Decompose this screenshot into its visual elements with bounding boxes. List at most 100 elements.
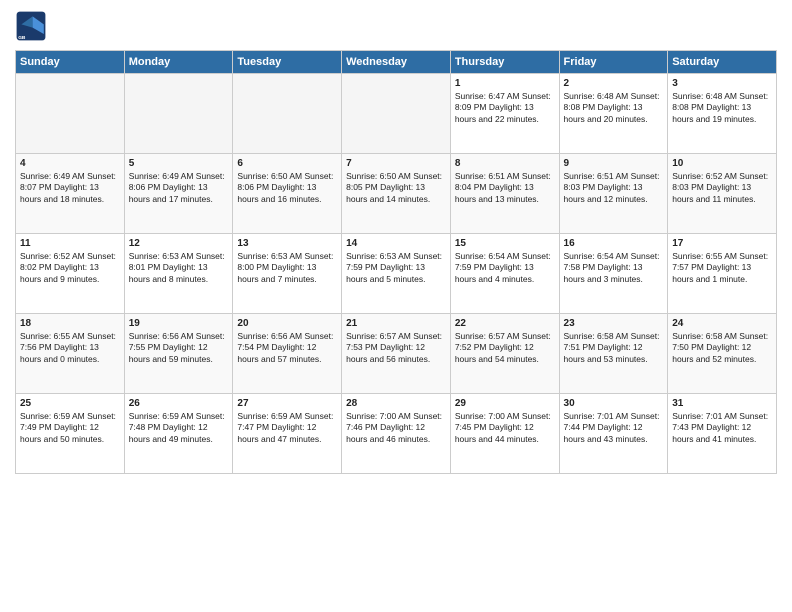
calendar-cell: 11Sunrise: 6:52 AM Sunset: 8:02 PM Dayli… bbox=[16, 234, 125, 314]
day-info: Sunrise: 6:51 AM Sunset: 8:03 PM Dayligh… bbox=[564, 171, 664, 205]
col-header-thursday: Thursday bbox=[450, 51, 559, 74]
day-info: Sunrise: 7:00 AM Sunset: 7:45 PM Dayligh… bbox=[455, 411, 555, 445]
calendar-cell: 1 Sunrise: 6:47 AM Sunset: 8:09 PM Daylig… bbox=[450, 74, 559, 154]
day-number: 29 bbox=[455, 398, 555, 409]
calendar-cell: 23 Sunrise: 6:58 AM Sunset: 7:51 PM Dayli… bbox=[559, 314, 668, 394]
day-number: 5 bbox=[129, 158, 229, 169]
day-info: Sunrise: 6:56 AM Sunset: 7:54 PM Dayligh… bbox=[237, 331, 337, 365]
col-header-sunday: Sunday bbox=[16, 51, 125, 74]
calendar-cell bbox=[124, 74, 233, 154]
day-info: Sunrise: 6:50 AM Sunset: 8:06 PM Dayligh… bbox=[237, 171, 337, 205]
calendar-cell: 29 Sunrise: 7:00 AM Sunset: 7:45 PM Dayli… bbox=[450, 394, 559, 474]
calendar-cell: 8 Sunrise: 6:51 AM Sunset: 8:04 PM Daylig… bbox=[450, 154, 559, 234]
week-row-4: 18 Sunrise: 6:55 AM Sunset: 7:56 PM Dayli… bbox=[16, 314, 777, 394]
day-number: 23 bbox=[564, 318, 664, 329]
day-number: 9 bbox=[564, 158, 664, 169]
day-info: Sunrise: 6:48 AM Sunset: 8:08 PM Dayligh… bbox=[564, 91, 664, 125]
calendar-cell: 5 Sunrise: 6:49 AM Sunset: 8:06 PM Daylig… bbox=[124, 154, 233, 234]
day-info: Sunrise: 6:55 AM Sunset: 7:56 PM Dayligh… bbox=[20, 331, 120, 365]
calendar-cell: 25Sunrise: 6:59 AM Sunset: 7:49 PM Dayli… bbox=[16, 394, 125, 474]
header-row: SundayMondayTuesdayWednesdayThursdayFrid… bbox=[16, 51, 777, 74]
day-number: 21 bbox=[346, 318, 446, 329]
day-info: Sunrise: 6:50 AM Sunset: 8:05 PM Dayligh… bbox=[346, 171, 446, 205]
day-info: Sunrise: 6:49 AM Sunset: 8:06 PM Dayligh… bbox=[129, 171, 229, 205]
day-info: Sunrise: 6:56 AM Sunset: 7:55 PM Dayligh… bbox=[129, 331, 229, 365]
day-number: 30 bbox=[564, 398, 664, 409]
day-info: Sunrise: 6:54 AM Sunset: 7:59 PM Dayligh… bbox=[455, 251, 555, 285]
calendar-table: SundayMondayTuesdayWednesdayThursdayFrid… bbox=[15, 50, 777, 474]
day-number: 19 bbox=[129, 318, 229, 329]
calendar-cell: 20Sunrise: 6:56 AM Sunset: 7:54 PM Dayli… bbox=[233, 314, 342, 394]
day-number: 18 bbox=[20, 318, 120, 329]
day-number: 2 bbox=[564, 78, 664, 89]
day-number: 8 bbox=[455, 158, 555, 169]
calendar-cell: 7 Sunrise: 6:50 AM Sunset: 8:05 PM Daylig… bbox=[342, 154, 451, 234]
calendar-cell: 17 Sunrise: 6:55 AM Sunset: 7:57 PM Dayli… bbox=[668, 234, 777, 314]
calendar-cell: 21 Sunrise: 6:57 AM Sunset: 7:53 PM Dayli… bbox=[342, 314, 451, 394]
col-header-saturday: Saturday bbox=[668, 51, 777, 74]
page: GB SundayMondayTuesdayWednesdayThursdayF… bbox=[0, 0, 792, 612]
day-info: Sunrise: 6:52 AM Sunset: 8:03 PM Dayligh… bbox=[672, 171, 772, 205]
week-row-2: 4 Sunrise: 6:49 AM Sunset: 8:07 PM Daylig… bbox=[16, 154, 777, 234]
day-info: Sunrise: 6:51 AM Sunset: 8:04 PM Dayligh… bbox=[455, 171, 555, 205]
calendar-cell: 27 Sunrise: 6:59 AM Sunset: 7:47 PM Dayli… bbox=[233, 394, 342, 474]
day-info: Sunrise: 6:58 AM Sunset: 7:51 PM Dayligh… bbox=[564, 331, 664, 365]
day-number: 24 bbox=[672, 318, 772, 329]
day-number: 7 bbox=[346, 158, 446, 169]
col-header-monday: Monday bbox=[124, 51, 233, 74]
day-number: 15 bbox=[455, 238, 555, 249]
day-info: Sunrise: 6:53 AM Sunset: 8:01 PM Dayligh… bbox=[129, 251, 229, 285]
day-info: Sunrise: 7:00 AM Sunset: 7:46 PM Dayligh… bbox=[346, 411, 446, 445]
day-number: 3 bbox=[672, 78, 772, 89]
calendar-cell: 26 Sunrise: 6:59 AM Sunset: 7:48 PM Dayli… bbox=[124, 394, 233, 474]
day-info: Sunrise: 6:58 AM Sunset: 7:50 PM Dayligh… bbox=[672, 331, 772, 365]
day-number: 12 bbox=[129, 238, 229, 249]
day-info: Sunrise: 6:47 AM Sunset: 8:09 PM Dayligh… bbox=[455, 91, 555, 125]
day-number: 4 bbox=[20, 158, 120, 169]
day-number: 10 bbox=[672, 158, 772, 169]
calendar-cell: 31 Sunrise: 7:01 AM Sunset: 7:43 PM Dayli… bbox=[668, 394, 777, 474]
day-number: 14 bbox=[346, 238, 446, 249]
calendar-cell: 12 Sunrise: 6:53 AM Sunset: 8:01 PM Dayli… bbox=[124, 234, 233, 314]
day-info: Sunrise: 6:54 AM Sunset: 7:58 PM Dayligh… bbox=[564, 251, 664, 285]
day-info: Sunrise: 6:57 AM Sunset: 7:53 PM Dayligh… bbox=[346, 331, 446, 365]
calendar-cell: 15 Sunrise: 6:54 AM Sunset: 7:59 PM Dayli… bbox=[450, 234, 559, 314]
day-number: 1 bbox=[455, 78, 555, 89]
col-header-tuesday: Tuesday bbox=[233, 51, 342, 74]
day-info: Sunrise: 6:59 AM Sunset: 7:47 PM Dayligh… bbox=[237, 411, 337, 445]
calendar-cell: 22Sunrise: 6:57 AM Sunset: 7:52 PM Dayli… bbox=[450, 314, 559, 394]
day-info: Sunrise: 7:01 AM Sunset: 7:44 PM Dayligh… bbox=[564, 411, 664, 445]
week-row-1: 1 Sunrise: 6:47 AM Sunset: 8:09 PM Daylig… bbox=[16, 74, 777, 154]
col-header-wednesday: Wednesday bbox=[342, 51, 451, 74]
day-info: Sunrise: 6:53 AM Sunset: 7:59 PM Dayligh… bbox=[346, 251, 446, 285]
header: GB bbox=[15, 10, 777, 42]
day-number: 27 bbox=[237, 398, 337, 409]
day-number: 17 bbox=[672, 238, 772, 249]
calendar-cell: 14 Sunrise: 6:53 AM Sunset: 7:59 PM Dayli… bbox=[342, 234, 451, 314]
day-number: 13 bbox=[237, 238, 337, 249]
day-info: Sunrise: 6:53 AM Sunset: 8:00 PM Dayligh… bbox=[237, 251, 337, 285]
week-row-5: 25Sunrise: 6:59 AM Sunset: 7:49 PM Dayli… bbox=[16, 394, 777, 474]
col-header-friday: Friday bbox=[559, 51, 668, 74]
day-number: 16 bbox=[564, 238, 664, 249]
day-number: 22 bbox=[455, 318, 555, 329]
logo-icon: GB bbox=[15, 10, 47, 42]
day-number: 26 bbox=[129, 398, 229, 409]
day-info: Sunrise: 6:52 AM Sunset: 8:02 PM Dayligh… bbox=[20, 251, 120, 285]
calendar-cell: 30 Sunrise: 7:01 AM Sunset: 7:44 PM Dayli… bbox=[559, 394, 668, 474]
calendar-cell: 18 Sunrise: 6:55 AM Sunset: 7:56 PM Dayli… bbox=[16, 314, 125, 394]
calendar-cell: 6Sunrise: 6:50 AM Sunset: 8:06 PM Daylig… bbox=[233, 154, 342, 234]
calendar-cell bbox=[16, 74, 125, 154]
day-info: Sunrise: 6:49 AM Sunset: 8:07 PM Dayligh… bbox=[20, 171, 120, 205]
calendar-cell: 4 Sunrise: 6:49 AM Sunset: 8:07 PM Daylig… bbox=[16, 154, 125, 234]
calendar-cell: 10 Sunrise: 6:52 AM Sunset: 8:03 PM Dayli… bbox=[668, 154, 777, 234]
day-number: 31 bbox=[672, 398, 772, 409]
day-info: Sunrise: 7:01 AM Sunset: 7:43 PM Dayligh… bbox=[672, 411, 772, 445]
day-info: Sunrise: 6:59 AM Sunset: 7:48 PM Dayligh… bbox=[129, 411, 229, 445]
calendar-cell bbox=[342, 74, 451, 154]
week-row-3: 11Sunrise: 6:52 AM Sunset: 8:02 PM Dayli… bbox=[16, 234, 777, 314]
day-info: Sunrise: 6:55 AM Sunset: 7:57 PM Dayligh… bbox=[672, 251, 772, 285]
day-info: Sunrise: 6:59 AM Sunset: 7:49 PM Dayligh… bbox=[20, 411, 120, 445]
calendar-cell: 9 Sunrise: 6:51 AM Sunset: 8:03 PM Daylig… bbox=[559, 154, 668, 234]
calendar-cell: 13 Sunrise: 6:53 AM Sunset: 8:00 PM Dayli… bbox=[233, 234, 342, 314]
